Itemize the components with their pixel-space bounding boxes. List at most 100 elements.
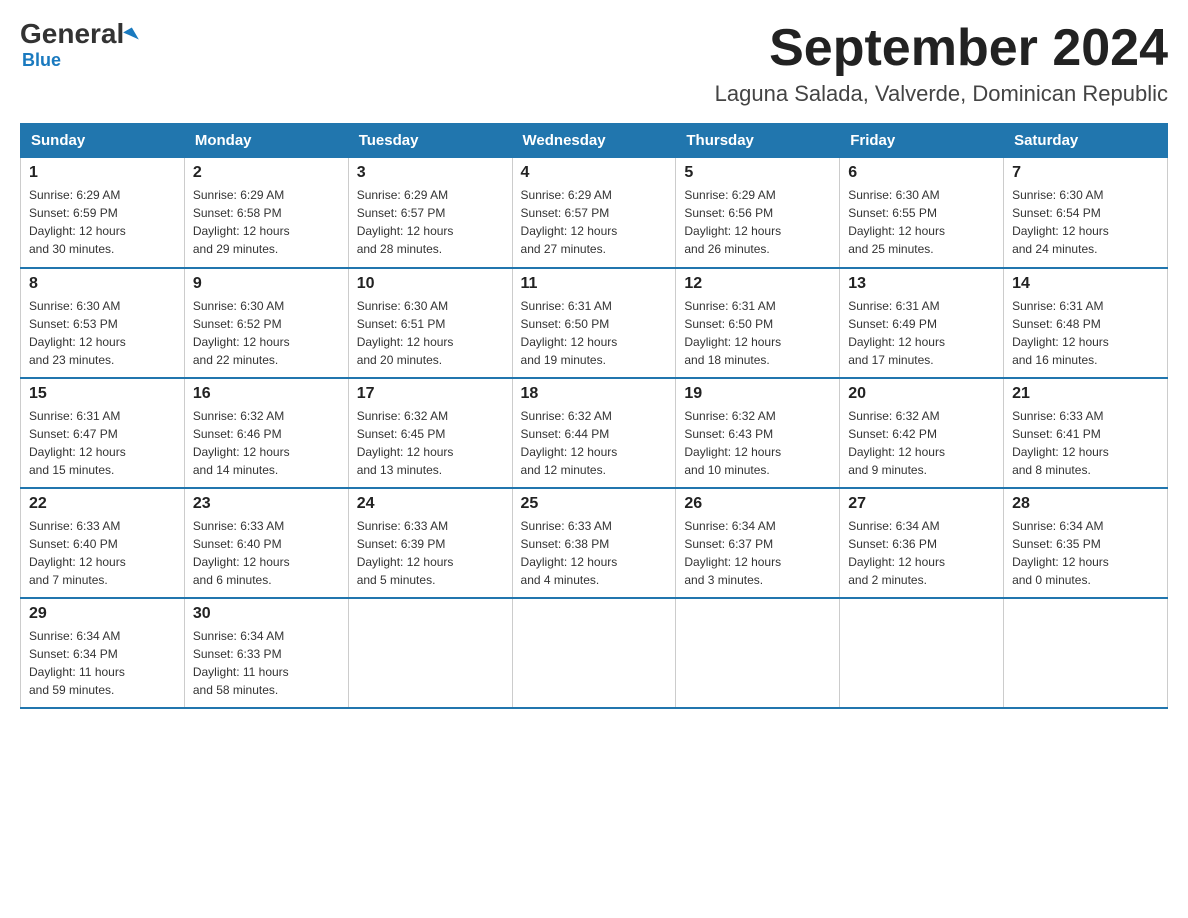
day-number: 5 xyxy=(684,164,831,182)
day-number: 15 xyxy=(29,385,176,403)
calendar-day-cell: 14 Sunrise: 6:31 AMSunset: 6:48 PMDaylig… xyxy=(1004,268,1168,378)
calendar-week-row: 22 Sunrise: 6:33 AMSunset: 6:40 PMDaylig… xyxy=(21,488,1168,598)
calendar-day-cell: 2 Sunrise: 6:29 AMSunset: 6:58 PMDayligh… xyxy=(184,158,348,268)
calendar-day-cell: 12 Sunrise: 6:31 AMSunset: 6:50 PMDaylig… xyxy=(676,268,840,378)
day-number: 14 xyxy=(1012,275,1159,293)
calendar-day-cell: 1 Sunrise: 6:29 AMSunset: 6:59 PMDayligh… xyxy=(21,158,185,268)
calendar-day-cell: 4 Sunrise: 6:29 AMSunset: 6:57 PMDayligh… xyxy=(512,158,676,268)
day-info: Sunrise: 6:34 AMSunset: 6:33 PMDaylight:… xyxy=(193,627,340,699)
day-number: 10 xyxy=(357,275,504,293)
day-info: Sunrise: 6:29 AMSunset: 6:59 PMDaylight:… xyxy=(29,186,176,258)
day-number: 19 xyxy=(684,385,831,403)
weekday-header-sunday: Sunday xyxy=(21,124,185,158)
day-number: 8 xyxy=(29,275,176,293)
calendar-day-cell: 19 Sunrise: 6:32 AMSunset: 6:43 PMDaylig… xyxy=(676,378,840,488)
day-info: Sunrise: 6:29 AMSunset: 6:58 PMDaylight:… xyxy=(193,186,340,258)
calendar-day-cell: 8 Sunrise: 6:30 AMSunset: 6:53 PMDayligh… xyxy=(21,268,185,378)
weekday-header-tuesday: Tuesday xyxy=(348,124,512,158)
page-header: General Blue September 2024 Laguna Salad… xyxy=(20,20,1168,107)
day-info: Sunrise: 6:31 AMSunset: 6:49 PMDaylight:… xyxy=(848,297,995,369)
day-number: 24 xyxy=(357,495,504,513)
calendar-day-cell xyxy=(348,598,512,708)
logo-text: General xyxy=(20,20,136,48)
calendar-day-cell: 18 Sunrise: 6:32 AMSunset: 6:44 PMDaylig… xyxy=(512,378,676,488)
day-info: Sunrise: 6:32 AMSunset: 6:44 PMDaylight:… xyxy=(521,407,668,479)
calendar-subtitle: Laguna Salada, Valverde, Dominican Repub… xyxy=(715,81,1168,107)
day-number: 27 xyxy=(848,495,995,513)
day-info: Sunrise: 6:34 AMSunset: 6:34 PMDaylight:… xyxy=(29,627,176,699)
calendar-day-cell: 15 Sunrise: 6:31 AMSunset: 6:47 PMDaylig… xyxy=(21,378,185,488)
calendar-day-cell: 7 Sunrise: 6:30 AMSunset: 6:54 PMDayligh… xyxy=(1004,158,1168,268)
day-info: Sunrise: 6:33 AMSunset: 6:40 PMDaylight:… xyxy=(29,517,176,589)
calendar-day-cell xyxy=(512,598,676,708)
day-info: Sunrise: 6:34 AMSunset: 6:35 PMDaylight:… xyxy=(1012,517,1159,589)
calendar-day-cell: 28 Sunrise: 6:34 AMSunset: 6:35 PMDaylig… xyxy=(1004,488,1168,598)
day-number: 21 xyxy=(1012,385,1159,403)
day-info: Sunrise: 6:30 AMSunset: 6:51 PMDaylight:… xyxy=(357,297,504,369)
calendar-table: SundayMondayTuesdayWednesdayThursdayFrid… xyxy=(20,123,1168,709)
title-area: September 2024 Laguna Salada, Valverde, … xyxy=(715,20,1168,107)
day-number: 20 xyxy=(848,385,995,403)
calendar-week-row: 15 Sunrise: 6:31 AMSunset: 6:47 PMDaylig… xyxy=(21,378,1168,488)
day-number: 1 xyxy=(29,164,176,182)
calendar-day-cell: 3 Sunrise: 6:29 AMSunset: 6:57 PMDayligh… xyxy=(348,158,512,268)
day-number: 30 xyxy=(193,605,340,623)
day-info: Sunrise: 6:34 AMSunset: 6:36 PMDaylight:… xyxy=(848,517,995,589)
weekday-header-wednesday: Wednesday xyxy=(512,124,676,158)
day-info: Sunrise: 6:33 AMSunset: 6:38 PMDaylight:… xyxy=(521,517,668,589)
calendar-day-cell: 30 Sunrise: 6:34 AMSunset: 6:33 PMDaylig… xyxy=(184,598,348,708)
calendar-week-row: 1 Sunrise: 6:29 AMSunset: 6:59 PMDayligh… xyxy=(21,158,1168,268)
logo-triangle-icon xyxy=(123,27,139,44)
calendar-day-cell: 24 Sunrise: 6:33 AMSunset: 6:39 PMDaylig… xyxy=(348,488,512,598)
day-number: 18 xyxy=(521,385,668,403)
calendar-day-cell: 23 Sunrise: 6:33 AMSunset: 6:40 PMDaylig… xyxy=(184,488,348,598)
calendar-day-cell: 16 Sunrise: 6:32 AMSunset: 6:46 PMDaylig… xyxy=(184,378,348,488)
day-info: Sunrise: 6:32 AMSunset: 6:43 PMDaylight:… xyxy=(684,407,831,479)
weekday-header-thursday: Thursday xyxy=(676,124,840,158)
day-info: Sunrise: 6:30 AMSunset: 6:54 PMDaylight:… xyxy=(1012,186,1159,258)
day-number: 23 xyxy=(193,495,340,513)
day-info: Sunrise: 6:30 AMSunset: 6:55 PMDaylight:… xyxy=(848,186,995,258)
calendar-day-cell: 25 Sunrise: 6:33 AMSunset: 6:38 PMDaylig… xyxy=(512,488,676,598)
day-number: 29 xyxy=(29,605,176,623)
day-number: 25 xyxy=(521,495,668,513)
day-info: Sunrise: 6:29 AMSunset: 6:57 PMDaylight:… xyxy=(521,186,668,258)
day-info: Sunrise: 6:32 AMSunset: 6:45 PMDaylight:… xyxy=(357,407,504,479)
weekday-header-saturday: Saturday xyxy=(1004,124,1168,158)
day-number: 16 xyxy=(193,385,340,403)
day-number: 11 xyxy=(521,275,668,293)
day-info: Sunrise: 6:32 AMSunset: 6:42 PMDaylight:… xyxy=(848,407,995,479)
day-info: Sunrise: 6:30 AMSunset: 6:53 PMDaylight:… xyxy=(29,297,176,369)
calendar-day-cell: 13 Sunrise: 6:31 AMSunset: 6:49 PMDaylig… xyxy=(840,268,1004,378)
calendar-day-cell: 26 Sunrise: 6:34 AMSunset: 6:37 PMDaylig… xyxy=(676,488,840,598)
day-number: 22 xyxy=(29,495,176,513)
logo: General Blue xyxy=(20,20,136,71)
calendar-day-cell: 20 Sunrise: 6:32 AMSunset: 6:42 PMDaylig… xyxy=(840,378,1004,488)
day-number: 28 xyxy=(1012,495,1159,513)
day-number: 7 xyxy=(1012,164,1159,182)
calendar-day-cell: 17 Sunrise: 6:32 AMSunset: 6:45 PMDaylig… xyxy=(348,378,512,488)
calendar-day-cell xyxy=(676,598,840,708)
day-info: Sunrise: 6:33 AMSunset: 6:40 PMDaylight:… xyxy=(193,517,340,589)
day-number: 6 xyxy=(848,164,995,182)
day-number: 3 xyxy=(357,164,504,182)
day-info: Sunrise: 6:31 AMSunset: 6:48 PMDaylight:… xyxy=(1012,297,1159,369)
day-number: 12 xyxy=(684,275,831,293)
calendar-day-cell: 6 Sunrise: 6:30 AMSunset: 6:55 PMDayligh… xyxy=(840,158,1004,268)
day-number: 9 xyxy=(193,275,340,293)
calendar-week-row: 29 Sunrise: 6:34 AMSunset: 6:34 PMDaylig… xyxy=(21,598,1168,708)
day-number: 13 xyxy=(848,275,995,293)
day-info: Sunrise: 6:31 AMSunset: 6:50 PMDaylight:… xyxy=(521,297,668,369)
calendar-day-cell: 5 Sunrise: 6:29 AMSunset: 6:56 PMDayligh… xyxy=(676,158,840,268)
day-number: 4 xyxy=(521,164,668,182)
day-info: Sunrise: 6:31 AMSunset: 6:50 PMDaylight:… xyxy=(684,297,831,369)
day-info: Sunrise: 6:32 AMSunset: 6:46 PMDaylight:… xyxy=(193,407,340,479)
weekday-header-friday: Friday xyxy=(840,124,1004,158)
day-info: Sunrise: 6:29 AMSunset: 6:57 PMDaylight:… xyxy=(357,186,504,258)
calendar-day-cell xyxy=(840,598,1004,708)
calendar-day-cell xyxy=(1004,598,1168,708)
weekday-header-row: SundayMondayTuesdayWednesdayThursdayFrid… xyxy=(21,124,1168,158)
calendar-day-cell: 10 Sunrise: 6:30 AMSunset: 6:51 PMDaylig… xyxy=(348,268,512,378)
weekday-header-monday: Monday xyxy=(184,124,348,158)
day-info: Sunrise: 6:33 AMSunset: 6:39 PMDaylight:… xyxy=(357,517,504,589)
